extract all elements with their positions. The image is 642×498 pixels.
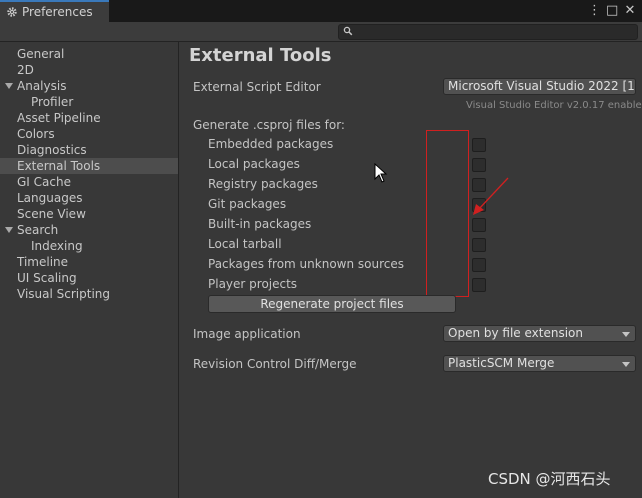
checkbox-unknown-sources[interactable] <box>472 258 486 272</box>
script-editor-dropdown[interactable]: Microsoft Visual Studio 2022 [17 <box>443 78 636 95</box>
package-label: Git packages <box>208 197 287 211</box>
revision-control-label: Revision Control Diff/Merge <box>193 357 357 371</box>
sidebar-item-search[interactable]: Search <box>0 222 178 238</box>
package-label: Local tarball <box>208 237 282 251</box>
sidebar-item-analysis[interactable]: Analysis <box>0 78 178 94</box>
checkbox-local-tarball[interactable] <box>472 238 486 252</box>
search-toolbar <box>0 22 642 42</box>
checkbox-local-packages[interactable] <box>472 158 486 172</box>
package-label: Local packages <box>208 157 300 171</box>
package-label: Registry packages <box>208 177 318 191</box>
mouse-cursor-icon <box>374 163 388 183</box>
chevron-down-icon <box>622 362 630 367</box>
gear-icon <box>7 7 17 17</box>
script-editor-note: Visual Studio Editor v2.0.17 enabled <box>466 100 642 111</box>
sidebar-item-label: External Tools <box>17 159 101 173</box>
sidebar-item-label: Visual Scripting <box>17 287 110 301</box>
sidebar-item-asset-pipeline[interactable]: Asset Pipeline <box>0 110 178 126</box>
search-icon <box>343 26 353 36</box>
sidebar-item-label: Colors <box>17 127 55 141</box>
tab-preferences[interactable]: Preferences <box>0 0 109 22</box>
external-tools-panel: External Tools External Script Editor Mi… <box>180 42 642 498</box>
sidebar-item-scene-view[interactable]: Scene View <box>0 206 178 222</box>
sidebar-item-2d[interactable]: 2D <box>0 62 178 78</box>
sidebar-item-label: UI Scaling <box>17 271 77 285</box>
sidebar-item-ui-scaling[interactable]: UI Scaling <box>0 270 178 286</box>
expand-triangle-icon[interactable] <box>5 227 13 233</box>
highlight-box <box>426 130 469 297</box>
sidebar-item-label: Analysis <box>17 79 67 93</box>
window-controls: ⋮ □ ✕ <box>588 3 636 19</box>
maximize-icon[interactable]: □ <box>606 3 618 19</box>
package-label: Built-in packages <box>208 217 312 231</box>
sidebar-item-label: Indexing <box>31 239 83 253</box>
expand-triangle-icon[interactable] <box>5 83 13 89</box>
package-label: Player projects <box>208 277 298 291</box>
regenerate-project-files-button[interactable]: Regenerate project files <box>208 295 456 313</box>
annotation-arrow-icon <box>473 177 509 215</box>
image-application-dropdown[interactable]: Open by file extension <box>443 325 636 342</box>
chevron-down-icon <box>622 332 630 337</box>
watermark: CSDN @河西石头 <box>488 470 611 488</box>
sidebar-item-gi-cache[interactable]: GI Cache <box>0 174 178 190</box>
search-input[interactable] <box>338 24 638 40</box>
script-editor-value: Microsoft Visual Studio 2022 [17 <box>448 79 636 93</box>
sidebar-item-visual-scripting[interactable]: Visual Scripting <box>0 286 178 302</box>
sidebar-item-label: Timeline <box>17 255 69 269</box>
sidebar-item-diagnostics[interactable]: Diagnostics <box>0 142 178 158</box>
page-title: External Tools <box>189 45 332 66</box>
script-editor-label: External Script Editor <box>193 80 321 94</box>
sidebar-item-timeline[interactable]: Timeline <box>0 254 178 270</box>
more-icon[interactable]: ⋮ <box>588 3 601 19</box>
sidebar-item-label: Scene View <box>17 207 86 221</box>
sidebar-item-label: Search <box>17 223 59 237</box>
image-application-label: Image application <box>193 327 301 341</box>
sidebar-item-indexing[interactable]: Indexing <box>0 238 178 254</box>
package-label: Embedded packages <box>208 137 334 151</box>
sidebar-item-label: General <box>17 47 65 61</box>
sidebar-item-label: Asset Pipeline <box>17 111 101 125</box>
preferences-sidebar: General 2D Analysis Profiler Asset Pipel… <box>0 42 179 498</box>
sidebar-item-languages[interactable]: Languages <box>0 190 178 206</box>
revision-control-dropdown[interactable]: PlasticSCM Merge <box>443 355 636 372</box>
title-bar: Preferences ⋮ □ ✕ <box>0 0 642 22</box>
sidebar-item-label: Languages <box>17 191 83 205</box>
sidebar-item-label: Diagnostics <box>17 143 87 157</box>
sidebar-item-label: GI Cache <box>17 175 71 189</box>
generate-heading: Generate .csproj files for: <box>193 118 345 132</box>
tab-title: Preferences <box>22 5 93 19</box>
sidebar-item-general[interactable]: General <box>0 46 178 62</box>
image-application-value: Open by file extension <box>448 326 583 340</box>
sidebar-item-profiler[interactable]: Profiler <box>0 94 178 110</box>
sidebar-item-colors[interactable]: Colors <box>0 126 178 142</box>
checkbox-player-projects[interactable] <box>472 278 486 292</box>
checkbox-embedded-packages[interactable] <box>472 138 486 152</box>
close-icon[interactable]: ✕ <box>624 3 636 19</box>
sidebar-item-label: 2D <box>17 63 34 77</box>
package-label: Packages from unknown sources <box>208 257 404 271</box>
sidebar-item-label: Profiler <box>31 95 74 109</box>
sidebar-item-external-tools[interactable]: External Tools <box>0 158 178 174</box>
revision-control-value: PlasticSCM Merge <box>448 356 555 370</box>
